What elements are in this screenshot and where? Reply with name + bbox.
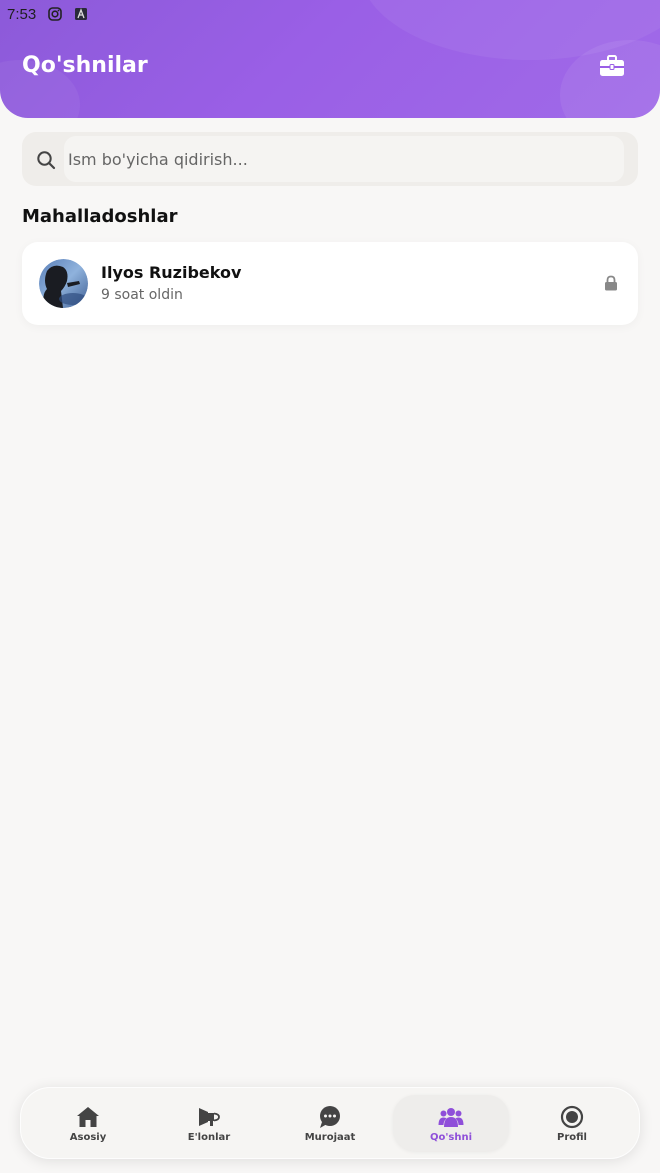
nav-item-qoshni[interactable]: Qo'shni — [393, 1095, 509, 1151]
nav-item-asosiy[interactable]: Asosiy — [30, 1095, 146, 1151]
neighbor-name: Ilyos Ruzibekov — [101, 263, 242, 282]
nav-label: Profil — [557, 1132, 587, 1143]
bottom-navigation: Asosiy E'lonlar Murojaat Qo'shni Profil — [20, 1087, 640, 1159]
status-bar: 7:53 — [0, 0, 660, 28]
app-header: 7:53 Qo'shnilar — [0, 0, 660, 118]
nav-label: Murojaat — [304, 1132, 356, 1143]
nav-item-profil[interactable]: Profil — [514, 1095, 630, 1151]
nav-item-elonlar[interactable]: E'lonlar — [151, 1095, 267, 1151]
briefcase-icon[interactable] — [599, 55, 625, 77]
neighbor-last-seen: 9 soat oldin — [101, 287, 183, 303]
section-title: Mahalladoshlar — [22, 206, 178, 227]
search-input[interactable] — [68, 142, 588, 176]
app-notification-icon — [75, 8, 88, 20]
nav-label: Asosiy — [69, 1132, 107, 1143]
nav-label: Qo'shni — [429, 1132, 473, 1143]
home-icon — [77, 1107, 99, 1127]
nav-item-murojaat[interactable]: Murojaat — [272, 1095, 388, 1151]
megaphone-icon — [199, 1108, 220, 1126]
search-bar[interactable] — [22, 132, 638, 186]
status-time: 7:53 — [7, 5, 37, 23]
avatar — [39, 259, 88, 308]
nav-label: E'lonlar — [187, 1132, 231, 1143]
lock-icon — [605, 275, 617, 291]
neighbors-icon — [438, 1108, 464, 1127]
neighbor-card[interactable]: Ilyos Ruzibekov 9 soat oldin — [22, 242, 638, 325]
instagram-icon — [48, 7, 63, 21]
profile-icon — [560, 1105, 584, 1129]
chat-icon — [320, 1106, 340, 1128]
page-title: Qo'shnilar — [22, 53, 148, 78]
search-icon — [37, 151, 56, 170]
